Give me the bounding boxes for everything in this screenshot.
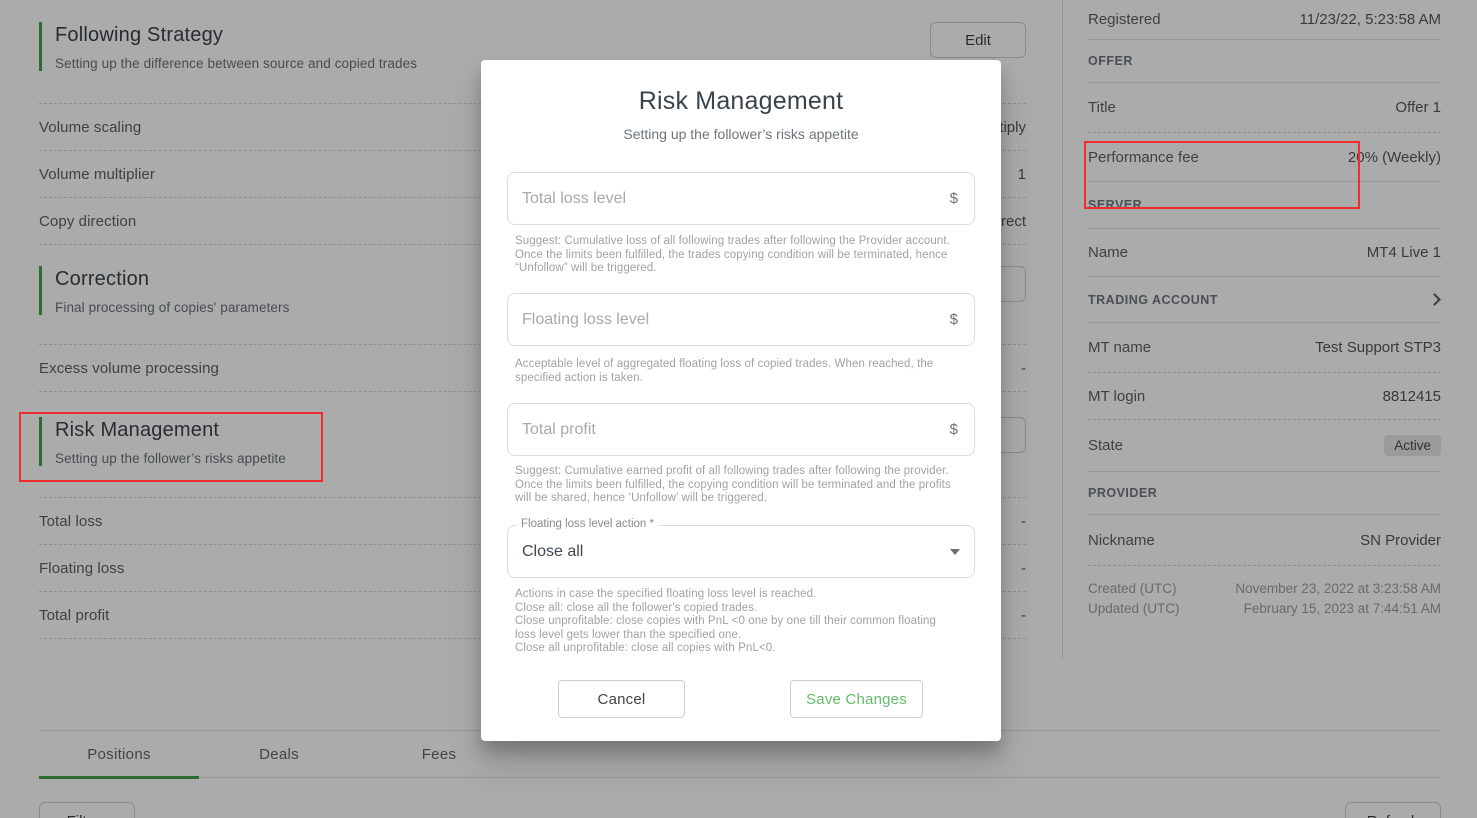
modal-title: Risk Management (481, 87, 1001, 116)
helper-line: Close all unprofitable: close all copies… (515, 642, 947, 656)
cancel-button[interactable]: Cancel (558, 680, 685, 718)
currency-suffix: $ (950, 421, 958, 438)
select-label: Floating loss level action * (517, 518, 658, 530)
select-value: Close all (522, 543, 950, 561)
floating-loss-helper-text: Acceptable level of aggregated floating … (515, 358, 955, 385)
action-select-helper-text: Actions in case the specified floating l… (515, 588, 947, 656)
floating-loss-level-field[interactable]: $ (507, 293, 975, 346)
risk-management-modal: Risk Management Setting up the follower’… (481, 60, 1001, 741)
total-loss-helper-text: Suggest: Cumulative loss of all followin… (515, 235, 955, 276)
total-profit-helper-text: Suggest: Cumulative earned profit of all… (515, 465, 955, 506)
helper-line: Close all: close all the follower's copi… (515, 602, 947, 616)
total-loss-level-input[interactable] (522, 190, 950, 208)
total-profit-input[interactable] (522, 421, 950, 439)
total-profit-field[interactable]: $ (507, 403, 975, 456)
helper-line: Close unprofitable: close copies with Pn… (515, 615, 947, 642)
floating-loss-action-select[interactable]: Floating loss level action * Close all (507, 525, 975, 578)
helper-line: Actions in case the specified floating l… (515, 588, 947, 602)
currency-suffix: $ (950, 311, 958, 328)
annotation-box-risk-management-section (19, 412, 323, 482)
save-changes-button[interactable]: Save Changes (790, 680, 923, 718)
currency-suffix: $ (950, 190, 958, 207)
floating-loss-level-input[interactable] (522, 311, 950, 329)
dropdown-caret-icon[interactable] (950, 549, 960, 555)
page: Following Strategy Setting up the differ… (0, 0, 1477, 818)
modal-subtitle: Setting up the follower’s risks appetite (481, 126, 1001, 142)
total-loss-level-field[interactable]: $ (507, 172, 975, 225)
annotation-box-modal-title (1084, 141, 1360, 209)
